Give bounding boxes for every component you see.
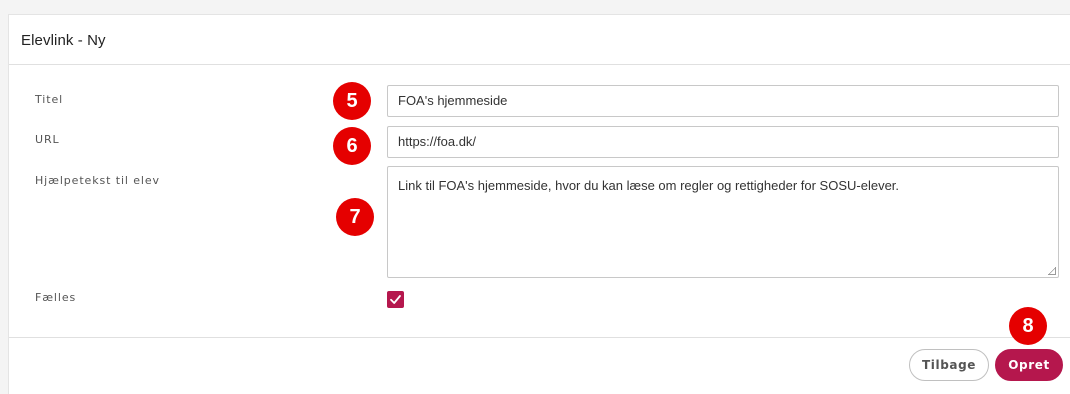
- step-badge-5: 5: [333, 82, 371, 120]
- url-label: URL: [35, 133, 60, 146]
- hjaelpetekst-textarea[interactable]: Link til FOA's hjemmeside, hvor du kan l…: [387, 166, 1059, 278]
- create-button[interactable]: Opret: [995, 349, 1063, 381]
- step-badge-8: 8: [1009, 307, 1047, 345]
- card-header: Elevlink - Ny: [9, 15, 1070, 65]
- checkmark-icon: [390, 295, 401, 304]
- form-card: Elevlink - Ny Titel 5 FOA's hjemmeside U…: [8, 14, 1070, 394]
- footer-divider: [9, 337, 1070, 338]
- hjaelpetekst-value: Link til FOA's hjemmeside, hvor du kan l…: [398, 178, 900, 193]
- resize-handle-icon[interactable]: [1048, 267, 1056, 275]
- back-button[interactable]: Tilbage: [909, 349, 989, 381]
- faelles-label: Fælles: [35, 291, 77, 304]
- step-badge-6: 6: [333, 127, 371, 165]
- faelles-checkbox[interactable]: [387, 291, 404, 308]
- url-input[interactable]: https://foa.dk/: [387, 126, 1059, 158]
- page-title: Elevlink - Ny: [21, 32, 106, 49]
- titel-input[interactable]: FOA's hjemmeside: [387, 85, 1059, 117]
- hjaelpetekst-label: Hjælpetekst til elev: [35, 174, 160, 187]
- step-badge-7: 7: [336, 198, 374, 236]
- titel-label: Titel: [35, 93, 64, 106]
